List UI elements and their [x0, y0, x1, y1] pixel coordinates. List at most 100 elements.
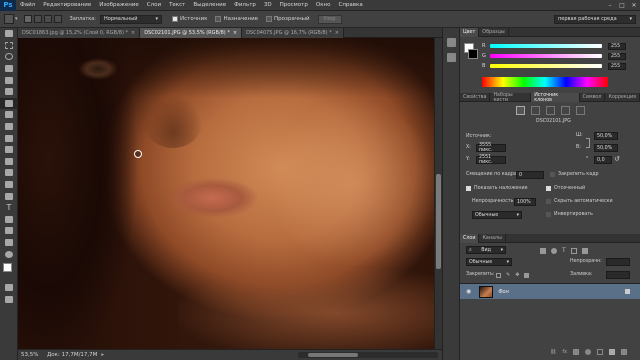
menu-edit[interactable]: Редактирование: [39, 2, 95, 8]
overlay-opacity-input[interactable]: 100%: [514, 198, 536, 206]
quick-select-tool[interactable]: [0, 63, 18, 75]
scrollbar-thumb[interactable]: [308, 353, 358, 357]
layer-kind-filter[interactable]: ⌕ Вид ▾: [466, 246, 506, 254]
checkbox-checked-icon[interactable]: [466, 186, 471, 191]
zoom-tool[interactable]: [0, 248, 18, 260]
workspace-select[interactable]: первая рабочая среда ▾: [554, 14, 636, 24]
scale-height-input[interactable]: 50,0%: [594, 144, 618, 152]
tab-clone-source[interactable]: Источник клонов: [531, 93, 580, 103]
lasso-tool[interactable]: [0, 51, 18, 63]
fx-icon[interactable]: fx: [562, 349, 567, 355]
screen-mode-button[interactable]: [0, 293, 18, 305]
add-mask-icon[interactable]: [573, 349, 580, 355]
menu-image[interactable]: Изображение: [95, 2, 143, 8]
menu-select[interactable]: Выделение: [189, 2, 230, 8]
tab-properties[interactable]: Свойства: [460, 93, 491, 102]
trash-icon[interactable]: [621, 349, 628, 355]
menu-3d[interactable]: 3D: [260, 2, 276, 8]
red-slider[interactable]: R 255: [460, 41, 640, 51]
blue-gradient-bar[interactable]: [490, 64, 602, 68]
clone-slot-3-icon[interactable]: [546, 106, 555, 115]
intersect-selection-icon[interactable]: [53, 15, 62, 23]
patch-tool-preset[interactable]: ▾: [4, 14, 18, 24]
tab-dsc01863[interactable]: DSC01863.jpg @ 15,2% (Слой 0, RGB/8) * ×: [18, 27, 141, 38]
blur-tool[interactable]: [0, 167, 18, 179]
autohide-checkbox[interactable]: Скрыть автоматически: [546, 199, 613, 204]
tab-character[interactable]: Символ: [580, 93, 606, 102]
dodge-tool[interactable]: [0, 179, 18, 191]
offset-y-input[interactable]: 2551 пикс.: [476, 155, 506, 165]
menu-filter[interactable]: Фильтр: [230, 2, 260, 8]
filter-pixel-icon[interactable]: [540, 247, 546, 254]
green-slider[interactable]: G 255: [460, 51, 640, 61]
green-value[interactable]: 255: [608, 52, 626, 60]
shape-tool[interactable]: [0, 225, 18, 237]
checkbox-icon[interactable]: [546, 212, 551, 217]
destination-radio[interactable]: Назначение: [215, 16, 258, 22]
zoom-level[interactable]: 53,5%: [21, 352, 43, 358]
layer-blend-select[interactable]: Обычные ▾: [466, 258, 512, 266]
menu-view[interactable]: Просмотр: [276, 2, 312, 8]
red-gradient-bar[interactable]: [490, 44, 602, 48]
pen-tool[interactable]: [0, 190, 18, 202]
tab-dsc02101[interactable]: DSC02101.JPG @ 53,5% (RGB/8) * ×: [140, 27, 243, 38]
blue-value[interactable]: 255: [608, 62, 626, 70]
eyedropper-tool[interactable]: [0, 86, 18, 98]
lock-transparency-icon[interactable]: [496, 272, 501, 278]
new-layer-icon[interactable]: [609, 349, 616, 355]
menu-layers[interactable]: Слои: [143, 2, 165, 8]
use-pattern-button[interactable]: Узор: [317, 14, 342, 24]
layer-row[interactable]: ◉ Фон: [460, 283, 640, 299]
new-group-icon[interactable]: [597, 349, 604, 355]
layer-name[interactable]: Фон: [498, 289, 509, 295]
type-tool[interactable]: T: [0, 202, 18, 214]
checkbox-icon[interactable]: [550, 172, 555, 177]
clone-slot-2-icon[interactable]: [531, 106, 540, 115]
transparent-checkbox[interactable]: Прозрачный: [266, 16, 310, 22]
link-layers-icon[interactable]: ⛓: [550, 349, 556, 355]
eye-icon[interactable]: ◉: [466, 288, 471, 295]
history-panel-icon[interactable]: [446, 38, 456, 47]
menu-type[interactable]: Текст: [165, 2, 189, 8]
transparent-checkbox-icon[interactable]: [266, 16, 273, 22]
history-brush-tool[interactable]: [0, 132, 18, 144]
angle-input[interactable]: 0,0: [594, 156, 612, 164]
close-icon[interactable]: ×: [233, 30, 237, 36]
subtract-selection-icon[interactable]: [43, 15, 52, 23]
marquee-tool[interactable]: [0, 40, 18, 52]
patch-tool-icon[interactable]: [4, 14, 14, 24]
hand-tool[interactable]: [0, 237, 18, 249]
gradient-tool[interactable]: [0, 156, 18, 168]
link-icon[interactable]: [586, 138, 590, 148]
tab-layers[interactable]: Слои: [460, 234, 480, 243]
fill-input[interactable]: [606, 271, 630, 279]
crop-tool[interactable]: [0, 74, 18, 86]
checkbox-checked-icon[interactable]: [546, 186, 551, 191]
actions-panel-icon[interactable]: [446, 53, 456, 62]
source-radio-icon[interactable]: [172, 16, 178, 22]
add-selection-icon[interactable]: [33, 15, 42, 23]
show-overlay-checkbox[interactable]: Показать наложение: [466, 186, 528, 191]
source-radio[interactable]: Источник: [172, 16, 207, 22]
clipped-checkbox[interactable]: Отсеченный: [546, 186, 585, 191]
tab-channels[interactable]: Каналы: [479, 234, 506, 243]
filter-type-icon[interactable]: T: [562, 247, 566, 254]
menu-window[interactable]: Окно: [312, 2, 335, 8]
vertical-scrollbar[interactable]: [434, 38, 442, 349]
filter-adjustment-icon[interactable]: [551, 247, 557, 254]
color-spectrum-bar[interactable]: [482, 77, 608, 87]
clone-slot-1-icon[interactable]: [516, 106, 525, 115]
lock-all-icon[interactable]: [524, 272, 530, 278]
quick-mask-button[interactable]: [0, 282, 18, 294]
scrollbar-thumb[interactable]: [436, 174, 441, 269]
new-selection-icon[interactable]: [23, 15, 32, 23]
layer-opacity-input[interactable]: [606, 258, 630, 266]
checkbox-icon[interactable]: [546, 199, 551, 204]
foreground-color-swatch[interactable]: [3, 262, 12, 272]
tab-adjustments[interactable]: Коррекция: [605, 93, 640, 102]
scale-width-input[interactable]: 50,0%: [594, 132, 618, 140]
close-button[interactable]: ✕: [628, 0, 640, 11]
filter-shape-icon[interactable]: [570, 247, 577, 254]
invert-checkbox[interactable]: Инвертировать: [546, 212, 593, 217]
move-tool[interactable]: [0, 28, 18, 40]
